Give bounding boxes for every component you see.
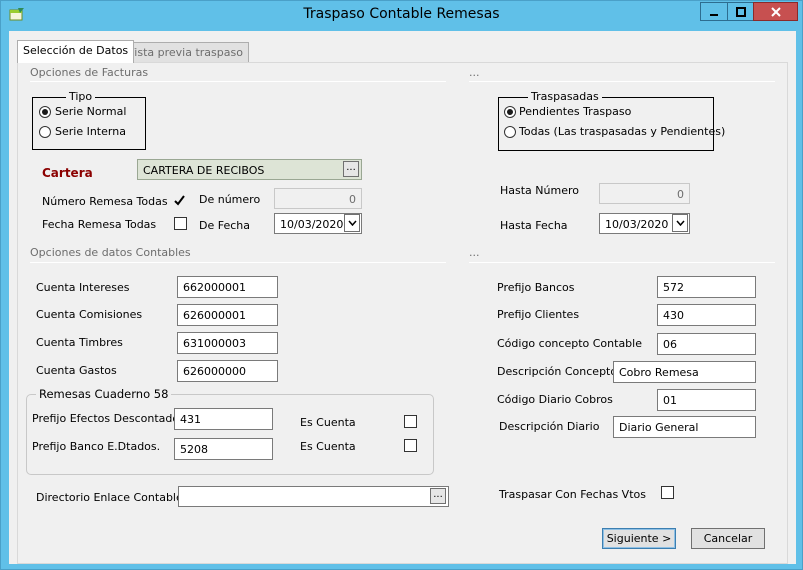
- radio-serie-normal[interactable]: [39, 106, 51, 118]
- divider: [30, 262, 446, 263]
- prefijo-clientes-field[interactable]: 430: [657, 304, 756, 326]
- cuenta-timbres-field[interactable]: 631000003: [177, 332, 278, 354]
- codigo-concepto-label: Código concepto Contable: [497, 337, 642, 350]
- radio-serie-interna-label: Serie Interna: [55, 125, 126, 138]
- tab-panel: Opciones de Facturas ... Tipo Serie Norm…: [17, 62, 788, 564]
- minimize-button[interactable]: [700, 2, 727, 21]
- descripcion-concepto-field[interactable]: Cobro Remesa: [613, 361, 756, 383]
- cartera-field[interactable]: CARTERA DE RECIBOS: [137, 159, 362, 180]
- chevron-down-icon: [675, 220, 685, 226]
- prefijo-banco-label: Prefijo Banco E.Dtados.: [32, 440, 161, 453]
- fechas-vtos-checkbox[interactable]: [661, 486, 674, 499]
- directorio-field[interactable]: [178, 486, 449, 507]
- title-bar[interactable]: Traspaso Contable Remesas: [1, 1, 802, 31]
- cuenta-comisiones-label: Cuenta Comisiones: [36, 308, 143, 321]
- main-window: Traspaso Contable Remesas Selección de D…: [0, 0, 803, 570]
- de-numero-label: De número: [199, 193, 261, 206]
- descripcion-diario-field[interactable]: Diario General: [613, 416, 756, 438]
- prefijo-bancos-label: Prefijo Bancos: [497, 281, 575, 294]
- prefijo-efectos-label: Prefijo Efectos Descontados: [32, 412, 185, 425]
- window-title: Traspaso Contable Remesas: [303, 6, 500, 22]
- de-fecha-dropdown[interactable]: [344, 214, 360, 232]
- fecha-remesa-todas-checkbox[interactable]: [174, 217, 187, 230]
- radio-serie-interna[interactable]: [39, 126, 51, 138]
- hasta-numero-field[interactable]: 0: [599, 183, 690, 204]
- codigo-diario-label: Código Diario Cobros: [497, 393, 613, 406]
- cartera-browse-button[interactable]: ...: [343, 161, 359, 177]
- traspasadas-group-title: Traspasadas: [528, 90, 602, 103]
- minimize-icon: [710, 13, 718, 16]
- es-cuenta-2-checkbox[interactable]: [404, 439, 417, 452]
- hasta-numero-label: Hasta Número: [500, 184, 579, 197]
- cuaderno58-group-title: Remesas Cuaderno 58: [36, 387, 172, 401]
- numero-remesa-todas-label: Número Remesa Todas: [42, 195, 168, 208]
- numero-remesa-todas-checkbox[interactable]: [173, 194, 186, 207]
- radio-todas-label: Todas (Las traspasadas y Pendientes): [519, 125, 726, 138]
- maximize-icon: [735, 6, 746, 17]
- tab-seleccion-datos[interactable]: Selección de Datos: [17, 40, 135, 63]
- directorio-label: Directorio Enlace Contable: [36, 491, 183, 504]
- section-opciones-facturas: Opciones de Facturas: [30, 66, 149, 79]
- cartera-label: Cartera: [42, 166, 93, 180]
- descripcion-diario-label: Descripción Diario: [499, 420, 600, 433]
- cuenta-gastos-label: Cuenta Gastos: [36, 364, 117, 377]
- divider: [469, 81, 775, 82]
- codigo-diario-field[interactable]: 01: [657, 389, 756, 411]
- radio-pendientes-traspaso[interactable]: [504, 106, 516, 118]
- radio-todas[interactable]: [504, 126, 516, 138]
- descripcion-concepto-label: Descripción Concepto: [497, 365, 618, 378]
- cuenta-gastos-field[interactable]: 626000000: [177, 360, 278, 382]
- divider: [30, 81, 446, 82]
- checkmark-icon: [174, 195, 185, 206]
- prefijo-clientes-label: Prefijo Clientes: [497, 308, 580, 321]
- section-facturas-right: ...: [469, 66, 480, 79]
- codigo-concepto-field[interactable]: 06: [657, 333, 756, 355]
- divider: [469, 262, 775, 263]
- window-client-area: Selección de Datos Vista previa traspaso…: [9, 31, 796, 564]
- fechas-vtos-label: Traspasar Con Fechas Vtos: [499, 488, 646, 501]
- hasta-fecha-dropdown[interactable]: [672, 214, 688, 232]
- section-contables-right: ...: [469, 246, 480, 259]
- section-opciones-contables: Opciones de datos Contables: [30, 246, 191, 259]
- directorio-browse-button[interactable]: ...: [430, 488, 446, 504]
- es-cuenta-1-checkbox[interactable]: [404, 415, 417, 428]
- close-icon: [770, 6, 781, 17]
- chevron-down-icon: [347, 220, 357, 226]
- prefijo-efectos-field[interactable]: 431: [174, 408, 273, 430]
- prefijo-banco-field[interactable]: 5208: [174, 438, 273, 460]
- tab-vista-previa[interactable]: Vista previa traspaso: [121, 42, 249, 62]
- fecha-remesa-todas-label: Fecha Remesa Todas: [42, 218, 157, 231]
- radio-pendientes-traspaso-label: Pendientes Traspaso: [519, 105, 632, 118]
- cuaderno58-group: [26, 394, 434, 475]
- cuenta-timbres-label: Cuenta Timbres: [36, 336, 123, 349]
- es-cuenta-1-label: Es Cuenta: [300, 416, 356, 429]
- cuenta-intereses-field[interactable]: 662000001: [177, 276, 278, 298]
- de-fecha-label: De Fecha: [199, 219, 250, 232]
- de-numero-field[interactable]: 0: [274, 188, 362, 209]
- radio-serie-normal-label: Serie Normal: [55, 105, 127, 118]
- close-button[interactable]: [753, 2, 798, 21]
- cuenta-intereses-label: Cuenta Intereses: [36, 281, 130, 294]
- cuenta-comisiones-field[interactable]: 626000001: [177, 304, 278, 326]
- prefijo-bancos-field[interactable]: 572: [657, 276, 756, 298]
- siguiente-button[interactable]: Siguiente >: [602, 528, 676, 549]
- tipo-group-title: Tipo: [66, 90, 96, 103]
- es-cuenta-2-label: Es Cuenta: [300, 440, 356, 453]
- cancelar-button[interactable]: Cancelar: [691, 528, 765, 549]
- hasta-fecha-label: Hasta Fecha: [500, 219, 568, 232]
- maximize-button[interactable]: [727, 2, 753, 21]
